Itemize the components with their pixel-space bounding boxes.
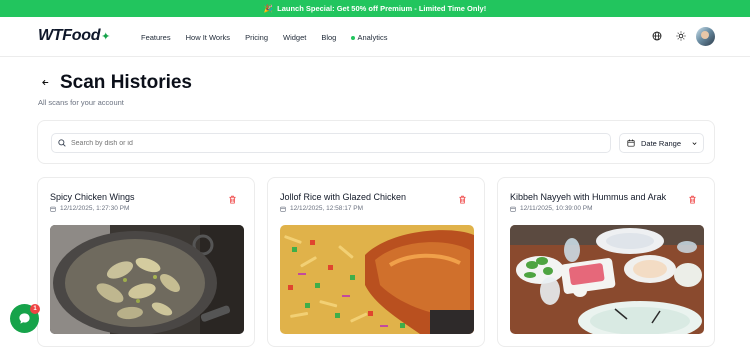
jollof-rice-photo <box>280 225 474 334</box>
calendar-icon <box>627 139 635 147</box>
party-emoji: 🎉 <box>263 4 274 13</box>
page-subtitle: All scans for your account <box>38 98 124 107</box>
sparkle-icon: ✦ <box>101 30 111 43</box>
nav-link-features[interactable]: Features <box>141 33 171 42</box>
notification-badge: 1 <box>30 304 40 314</box>
promo-banner[interactable]: 🎉 Launch Special: Get 50% off Premium - … <box>0 0 750 17</box>
brand-name: WTFood <box>38 27 101 44</box>
date-range-button[interactable]: Date Range <box>619 133 704 153</box>
nav-link-blog[interactable]: Blog <box>321 33 336 42</box>
scan-title: Jollof Rice with Glazed Chicken <box>280 192 407 202</box>
page-title: Scan Histories <box>60 72 192 93</box>
chevron-down-icon <box>692 141 697 145</box>
nav-link-analytics[interactable]: Analytics <box>351 33 387 42</box>
calendar-icon <box>280 206 286 212</box>
chat-bubble-icon <box>19 313 30 324</box>
scan-photo <box>510 225 704 334</box>
top-nav: WTFood ✦ Features How It Works Pricing W… <box>0 17 750 57</box>
scan-date-text: 12/12/2025, 1:27:30 PM <box>60 205 130 212</box>
scan-card[interactable]: Jollof Rice with Glazed Chicken 12/12/20… <box>267 177 485 347</box>
user-avatar[interactable] <box>696 27 715 46</box>
sun-icon[interactable] <box>676 31 686 41</box>
scan-card[interactable]: Spicy Chicken Wings 12/12/2025, 1:27:30 … <box>37 177 255 347</box>
trash-icon[interactable] <box>688 195 697 204</box>
nav-links: Features How It Works Pricing Widget Blo… <box>141 33 387 42</box>
scan-card[interactable]: Kibbeh Nayyeh with Hummus and Arak 12/11… <box>497 177 715 347</box>
back-arrow-icon[interactable] <box>41 78 50 90</box>
filter-bar: Date Range <box>37 120 715 164</box>
calendar-icon <box>510 206 516 212</box>
search-input[interactable] <box>71 139 471 147</box>
nav-link-widget[interactable]: Widget <box>283 33 306 42</box>
promo-text: Launch Special: Get 50% off Premium - Li… <box>277 4 487 13</box>
trash-icon[interactable] <box>458 195 467 204</box>
brand-logo[interactable]: WTFood ✦ <box>38 27 110 45</box>
analytics-label: Analytics <box>357 33 388 42</box>
nav-link-how-it-works[interactable]: How It Works <box>186 33 230 42</box>
scan-date-text: 12/12/2025, 12:58:17 PM <box>290 205 364 212</box>
scan-date: 12/11/2025, 10:39:00 PM <box>510 205 593 212</box>
trash-icon[interactable] <box>228 195 237 204</box>
kibbeh-table-photo <box>510 225 704 334</box>
scan-date: 12/12/2025, 12:58:17 PM <box>280 205 363 212</box>
scan-date: 12/12/2025, 1:27:30 PM <box>50 205 129 212</box>
scan-photo <box>50 225 244 334</box>
scan-date-text: 12/11/2025, 10:39:00 PM <box>520 205 593 212</box>
chicken-wings-photo <box>50 225 244 334</box>
globe-icon[interactable] <box>652 31 662 41</box>
scan-title: Kibbeh Nayyeh with Hummus and Arak <box>510 192 667 202</box>
date-range-label: Date Range <box>641 138 682 148</box>
live-dot-icon <box>351 36 356 40</box>
calendar-icon <box>50 206 56 212</box>
search-icon <box>58 139 66 147</box>
scan-title: Spicy Chicken Wings <box>50 192 135 202</box>
nav-link-pricing[interactable]: Pricing <box>245 33 268 42</box>
search-box[interactable] <box>51 133 611 153</box>
scan-photo <box>280 225 474 334</box>
